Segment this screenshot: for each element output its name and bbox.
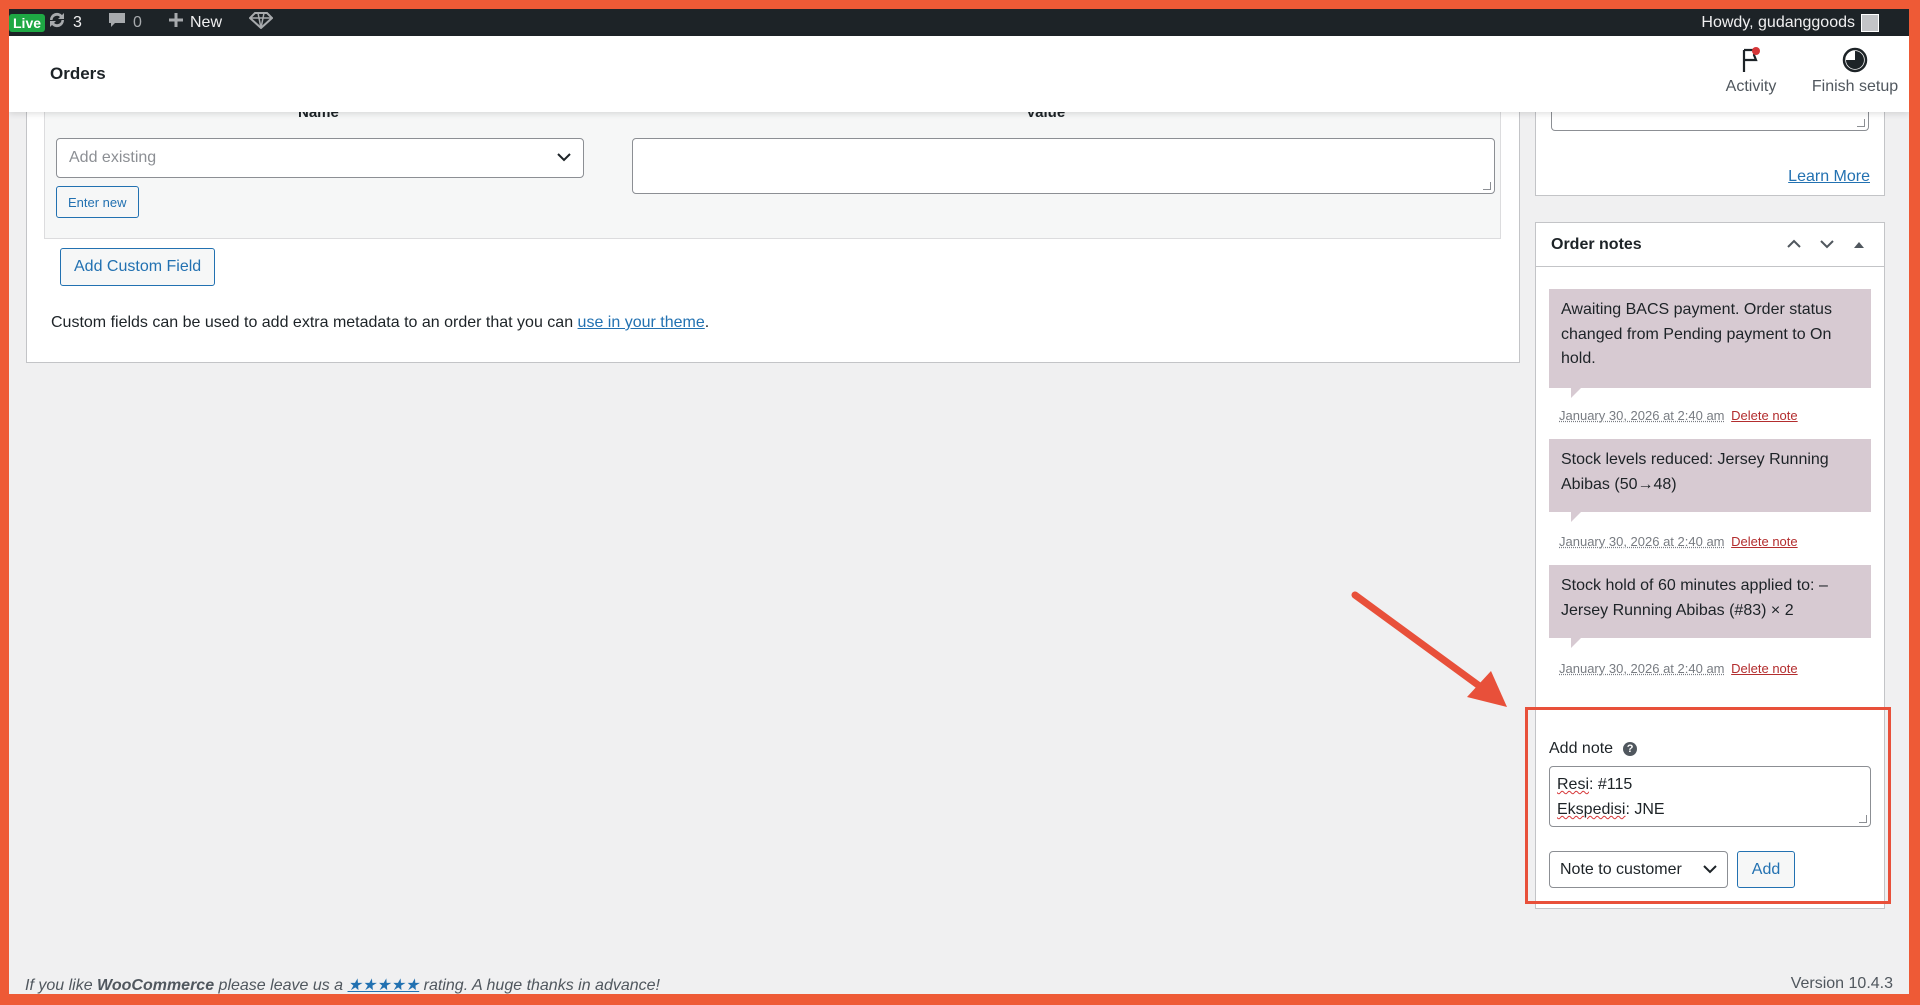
avatar <box>1861 13 1879 32</box>
footer-text-1: If you like <box>25 977 98 994</box>
footer-brand: WooCommerce <box>97 977 215 994</box>
activity-button[interactable]: Activity <box>1703 46 1799 96</box>
delete-note-link[interactable]: Delete note <box>1731 534 1798 549</box>
spellcheck-word: Ekspedisi <box>1557 801 1626 818</box>
resize-handle[interactable] <box>1859 815 1867 823</box>
add-note-section: Add note ? Resi: #115 Ekspedisi: JNE Note… <box>1535 709 1885 909</box>
resize-handle[interactable] <box>1857 119 1865 127</box>
toggle-panel-button[interactable] <box>1848 234 1870 256</box>
custom-fields-help-text: Custom fields can be used to add extra m… <box>51 314 709 332</box>
delete-note-link[interactable]: Delete note <box>1731 661 1798 676</box>
note-type-select[interactable]: Note to customer <box>1549 851 1728 888</box>
custom-fields-table: Name Value Add existing Enter new <box>44 101 1501 239</box>
note-meta: January 30, 2026 at 2:40 am Delete note <box>1559 661 1798 676</box>
new-label: New <box>190 13 223 31</box>
diamond-icon <box>248 11 274 34</box>
footer-text-2: please leave us a <box>214 977 348 994</box>
add-custom-field-button[interactable]: Add Custom Field <box>60 248 216 286</box>
add-note-label: Add note ? <box>1549 740 1638 758</box>
add-existing-placeholder: Add existing <box>69 149 157 166</box>
live-status[interactable]: Live <box>9 9 46 36</box>
enter-new-button[interactable]: Enter new <box>56 186 139 218</box>
custom-fields-panel: Name Value Add existing Enter new Add Cu… <box>26 101 1520 363</box>
note-line-2: Ekspedisi: JNE <box>1557 797 1863 822</box>
comments-link[interactable]: 0 <box>107 9 142 36</box>
screenshot-frame: Live 3 0 New Howdy, gudanggoods Orders A… <box>9 9 1909 994</box>
order-note: Stock levels reduced: Jersey Running Abi… <box>1549 439 1871 522</box>
flag-icon <box>1703 46 1799 74</box>
note-meta: January 30, 2026 at 2:40 am Delete note <box>1559 534 1798 549</box>
howdy-text: Howdy, gudanggoods <box>1701 13 1855 31</box>
finish-setup-button[interactable]: Finish setup <box>1805 46 1905 96</box>
progress-ring-icon <box>1805 46 1905 74</box>
help-icon[interactable]: ? <box>1623 742 1638 756</box>
updates-count: 3 <box>73 13 82 31</box>
page-title: Orders <box>50 64 106 83</box>
move-down-button[interactable] <box>1816 234 1838 256</box>
spellcheck-word: Resi <box>1557 776 1590 793</box>
comment-icon <box>107 11 127 34</box>
sidebar-previous-box: Learn More <box>1535 101 1885 196</box>
order-note: Stock hold of 60 minutes applied to: – J… <box>1549 565 1871 648</box>
add-note-textarea[interactable]: Resi: #115 Ekspedisi: JNE <box>1549 766 1871 827</box>
order-note: Awaiting BACS payment. Order status chan… <box>1549 289 1871 398</box>
rating-stars-link[interactable]: ★★★★★ <box>348 977 420 994</box>
live-badge: Live <box>9 13 46 32</box>
note-type-value: Note to customer <box>1560 860 1682 878</box>
version-text: Version 10.4.3 <box>1790 975 1893 992</box>
help-text-end: . <box>704 314 710 331</box>
footer-rating-text: If you like WooCommerce please leave us … <box>25 975 660 994</box>
delete-note-link[interactable]: Delete note <box>1731 408 1798 423</box>
chevron-up-icon <box>1787 236 1801 254</box>
wc-header: Orders Activity Finish setup <box>9 36 1909 112</box>
order-notes-box: Order notes Awaiting BACS payment. Order… <box>1535 222 1885 711</box>
footer-text-3: rating. A huge thanks in advance! <box>419 977 660 994</box>
add-note-button[interactable]: Add <box>1737 851 1795 888</box>
comments-count: 0 <box>133 13 142 31</box>
activity-label: Activity <box>1725 78 1777 95</box>
account-menu[interactable]: Howdy, gudanggoods <box>1701 9 1879 36</box>
resize-handle[interactable] <box>1483 182 1491 190</box>
note-date: January 30, 2026 at 2:40 am <box>1559 534 1725 549</box>
note-date: January 30, 2026 at 2:40 am <box>1559 661 1725 676</box>
note-meta: January 30, 2026 at 2:40 am Delete note <box>1559 408 1798 423</box>
admin-bar: Live 3 0 New Howdy, gudanggoods <box>9 9 1909 36</box>
use-in-theme-link[interactable]: use in your theme <box>578 314 705 331</box>
finish-setup-label: Finish setup <box>1811 78 1899 95</box>
note-line-1: Resi: #115 <box>1557 772 1863 797</box>
add-existing-select[interactable]: Add existing <box>56 138 584 178</box>
chevron-down-icon <box>1703 861 1717 879</box>
refresh-icon <box>47 11 67 34</box>
add-note-label-text: Add note <box>1549 740 1614 757</box>
plus-icon <box>168 12 184 33</box>
annotation-arrow-icon <box>1351 591 1507 707</box>
new-content-link[interactable]: New <box>168 9 222 36</box>
chevron-down-icon <box>1820 236 1834 254</box>
move-up-button[interactable] <box>1783 234 1805 256</box>
note-line-2-rest: : JNE <box>1625 801 1665 818</box>
learn-more-link[interactable]: Learn More <box>1788 168 1870 186</box>
order-notes-title: Order notes <box>1551 236 1642 253</box>
note-line-1-rest: : #115 <box>1589 776 1633 793</box>
help-text-start: Custom fields can be used to add extra m… <box>51 314 578 331</box>
note-date: January 30, 2026 at 2:40 am <box>1559 408 1725 423</box>
woo-diamond-link[interactable] <box>248 9 274 36</box>
order-notes-header: Order notes <box>1536 223 1884 267</box>
updates-link[interactable]: 3 <box>47 9 82 36</box>
triangle-up-icon <box>1853 236 1865 254</box>
chevron-down-icon <box>557 149 571 167</box>
custom-field-value-textarea[interactable] <box>632 138 1495 194</box>
